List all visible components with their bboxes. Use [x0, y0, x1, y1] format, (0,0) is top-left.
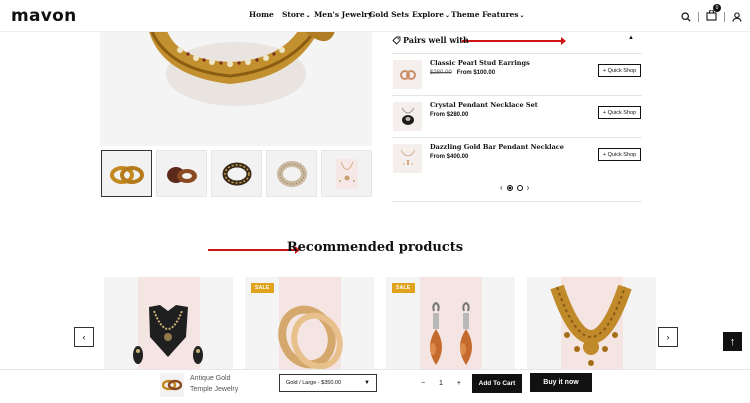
product-thumbnails — [101, 150, 372, 197]
pairs-item-image[interactable] — [393, 60, 422, 89]
quantity-stepper: − 1 + — [417, 376, 465, 390]
chevron-right-icon[interactable]: › — [527, 183, 530, 192]
thumbnail-1[interactable] — [101, 150, 152, 197]
pairs-item-name[interactable]: Crystal Pendant Necklace Set — [430, 101, 538, 109]
current-price: From $100.00 — [456, 70, 496, 76]
pairs-item: Dazzling Gold Bar Pendant Necklace From … — [392, 141, 642, 175]
arrow-up-icon: ↑ — [729, 335, 736, 348]
pairs-pagination: ‹ › — [500, 183, 529, 192]
nav-store[interactable]: Store⌄ — [282, 10, 311, 19]
quick-shop-button[interactable]: + Quick Shop — [598, 106, 641, 119]
back-to-top-button[interactable]: ↑ — [723, 332, 742, 351]
pairs-item-image[interactable] — [393, 144, 422, 173]
thumbnail-4[interactable] — [266, 150, 317, 197]
user-icon[interactable] — [732, 12, 742, 22]
cart-button[interactable]: 0 — [706, 4, 721, 26]
gold-bangle-image — [149, 32, 335, 106]
thumbnail-3[interactable] — [211, 150, 262, 197]
add-to-cart-button[interactable]: Add To Cart — [472, 374, 522, 393]
pairs-item-name[interactable]: Classic Pearl Stud Earrings — [430, 59, 530, 67]
sticky-add-to-cart-bar: Antique Gold Temple Jewelry Gold / Large… — [0, 369, 750, 403]
chevron-down-icon: ⌄ — [305, 12, 311, 19]
recommended-products-title: Recommended products — [286, 240, 464, 255]
divider — [392, 201, 642, 202]
divider — [392, 53, 642, 54]
pairs-item: Crystal Pendant Necklace Set From $280.0… — [392, 99, 642, 133]
necklace-set-image — [133, 305, 203, 364]
bangle-thumb-image — [162, 379, 182, 391]
pairs-item: Classic Pearl Stud Earrings $280.00 From … — [392, 57, 642, 91]
pairs-item-price: From $280.00 — [430, 112, 468, 118]
sticky-product-thumbnail — [160, 373, 184, 397]
current-price: From $280.00 — [430, 112, 469, 118]
pairs-well-with-header[interactable]: Pairs well with ▲ — [392, 35, 642, 47]
earrings-image — [399, 69, 416, 80]
product-card[interactable]: SALE — [386, 277, 515, 369]
current-price: From $400.00 — [430, 154, 469, 160]
site-logo[interactable]: mavon — [11, 6, 77, 26]
product-card[interactable] — [104, 277, 233, 369]
chevron-down-icon: ⌄ — [445, 12, 451, 19]
nav-home[interactable]: Home — [249, 10, 274, 19]
divider — [698, 12, 699, 22]
tag-icon — [392, 36, 401, 45]
diamond-bangle-thumb-image — [276, 160, 307, 187]
search-icon[interactable] — [681, 12, 691, 22]
pairs-item-name[interactable]: Dazzling Gold Bar Pendant Necklace — [430, 143, 564, 151]
header-icons: 0 — [681, 4, 742, 26]
nav-theme-features[interactable]: Theme Features⌄ — [451, 10, 525, 19]
variant-select-value: Gold / Large - $350.00 — [286, 380, 342, 386]
nav-theme-features-label: Theme Features — [451, 10, 519, 19]
divider — [392, 137, 642, 138]
gold-bar-necklace-image — [400, 149, 415, 165]
chevron-left-icon[interactable]: ‹ — [500, 183, 503, 192]
product-main-image[interactable] — [100, 32, 372, 146]
gold-choker-image — [550, 284, 632, 366]
variant-select[interactable]: Gold / Large - $350.00 ▼ — [279, 374, 377, 392]
pagination-dot[interactable] — [516, 184, 523, 191]
carousel-next-button[interactable]: › — [658, 327, 678, 347]
divider — [724, 12, 725, 22]
carousel-prev-button[interactable]: ‹ — [74, 327, 94, 347]
nav-store-label: Store — [282, 10, 305, 19]
cart-count-badge: 0 — [713, 4, 721, 12]
buy-now-button[interactable]: Buy it now — [530, 373, 592, 392]
pairs-item-price: $280.00 From $100.00 — [430, 70, 495, 76]
bracelet-thumb-image — [222, 162, 251, 185]
bangles-thumb-image — [166, 166, 197, 183]
quantity-value[interactable]: 1 — [439, 380, 443, 387]
old-price: $280.00 — [430, 70, 452, 76]
sale-badge: SALE — [392, 283, 415, 293]
site-header: mavon Home Store⌄ Men's Jewelry Gold Set… — [0, 0, 750, 32]
divider — [392, 95, 642, 96]
chevron-right-icon: › — [666, 332, 670, 342]
product-card[interactable] — [527, 277, 656, 369]
sticky-product-name: Antique Gold Temple Jewelry — [190, 375, 239, 393]
nav-explore[interactable]: Explore⌄ — [412, 10, 450, 19]
nav-explore-label: Explore — [412, 10, 445, 19]
pagination-dot-active[interactable] — [506, 184, 513, 191]
chevron-left-icon: ‹ — [82, 332, 86, 342]
quantity-increase-button[interactable]: + — [457, 380, 461, 387]
pairs-well-with-title: Pairs well with — [403, 35, 469, 45]
caret-down-icon: ▼ — [364, 380, 370, 386]
product-card[interactable]: SALE — [245, 277, 374, 369]
chevron-up-icon[interactable]: ▲ — [628, 35, 634, 41]
nav-mens-jewelry[interactable]: Men's Jewelry — [314, 10, 372, 19]
bangle-thumb-image — [109, 165, 144, 184]
thumbnail-2[interactable] — [156, 150, 207, 197]
necklace-thumb-image — [335, 158, 358, 189]
quantity-decrease-button[interactable]: − — [421, 380, 425, 387]
nav-gold-sets[interactable]: Gold Sets — [369, 10, 409, 19]
pairs-item-price: From $400.00 — [430, 154, 468, 160]
quick-shop-button[interactable]: + Quick Shop — [598, 148, 641, 161]
thumbnail-5[interactable] — [321, 150, 372, 197]
pairs-item-image[interactable] — [393, 102, 422, 131]
sale-badge: SALE — [251, 283, 274, 293]
quick-shop-button[interactable]: + Quick Shop — [598, 64, 641, 77]
pendant-image — [401, 107, 414, 125]
chevron-down-icon: ⌄ — [519, 12, 525, 19]
